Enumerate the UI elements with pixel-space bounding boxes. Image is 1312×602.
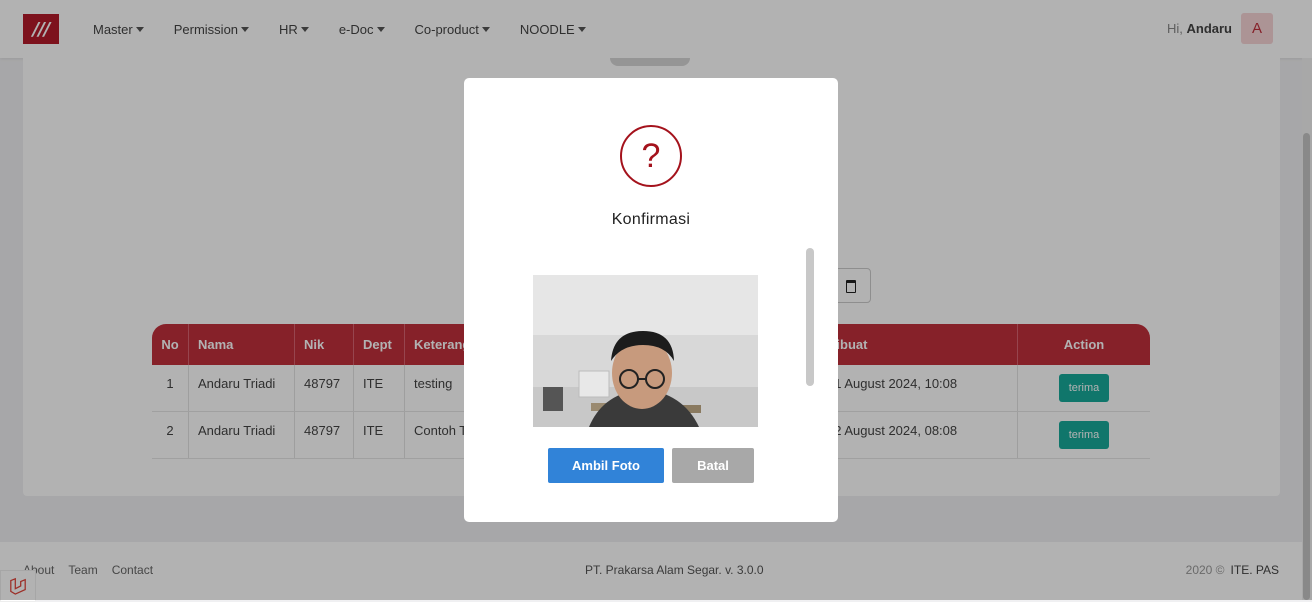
modal-scrollbar[interactable] — [806, 248, 814, 386]
confirm-modal: ? Konfirmasi Ambil Foto Batal — [464, 78, 838, 522]
cancel-button[interactable]: Batal — [672, 448, 754, 483]
modal-title: Konfirmasi — [611, 211, 691, 228]
take-photo-button[interactable]: Ambil Foto — [548, 448, 664, 483]
webcam-preview — [533, 275, 758, 427]
webcam-feed-image — [533, 275, 758, 427]
question-icon: ? — [620, 125, 682, 187]
